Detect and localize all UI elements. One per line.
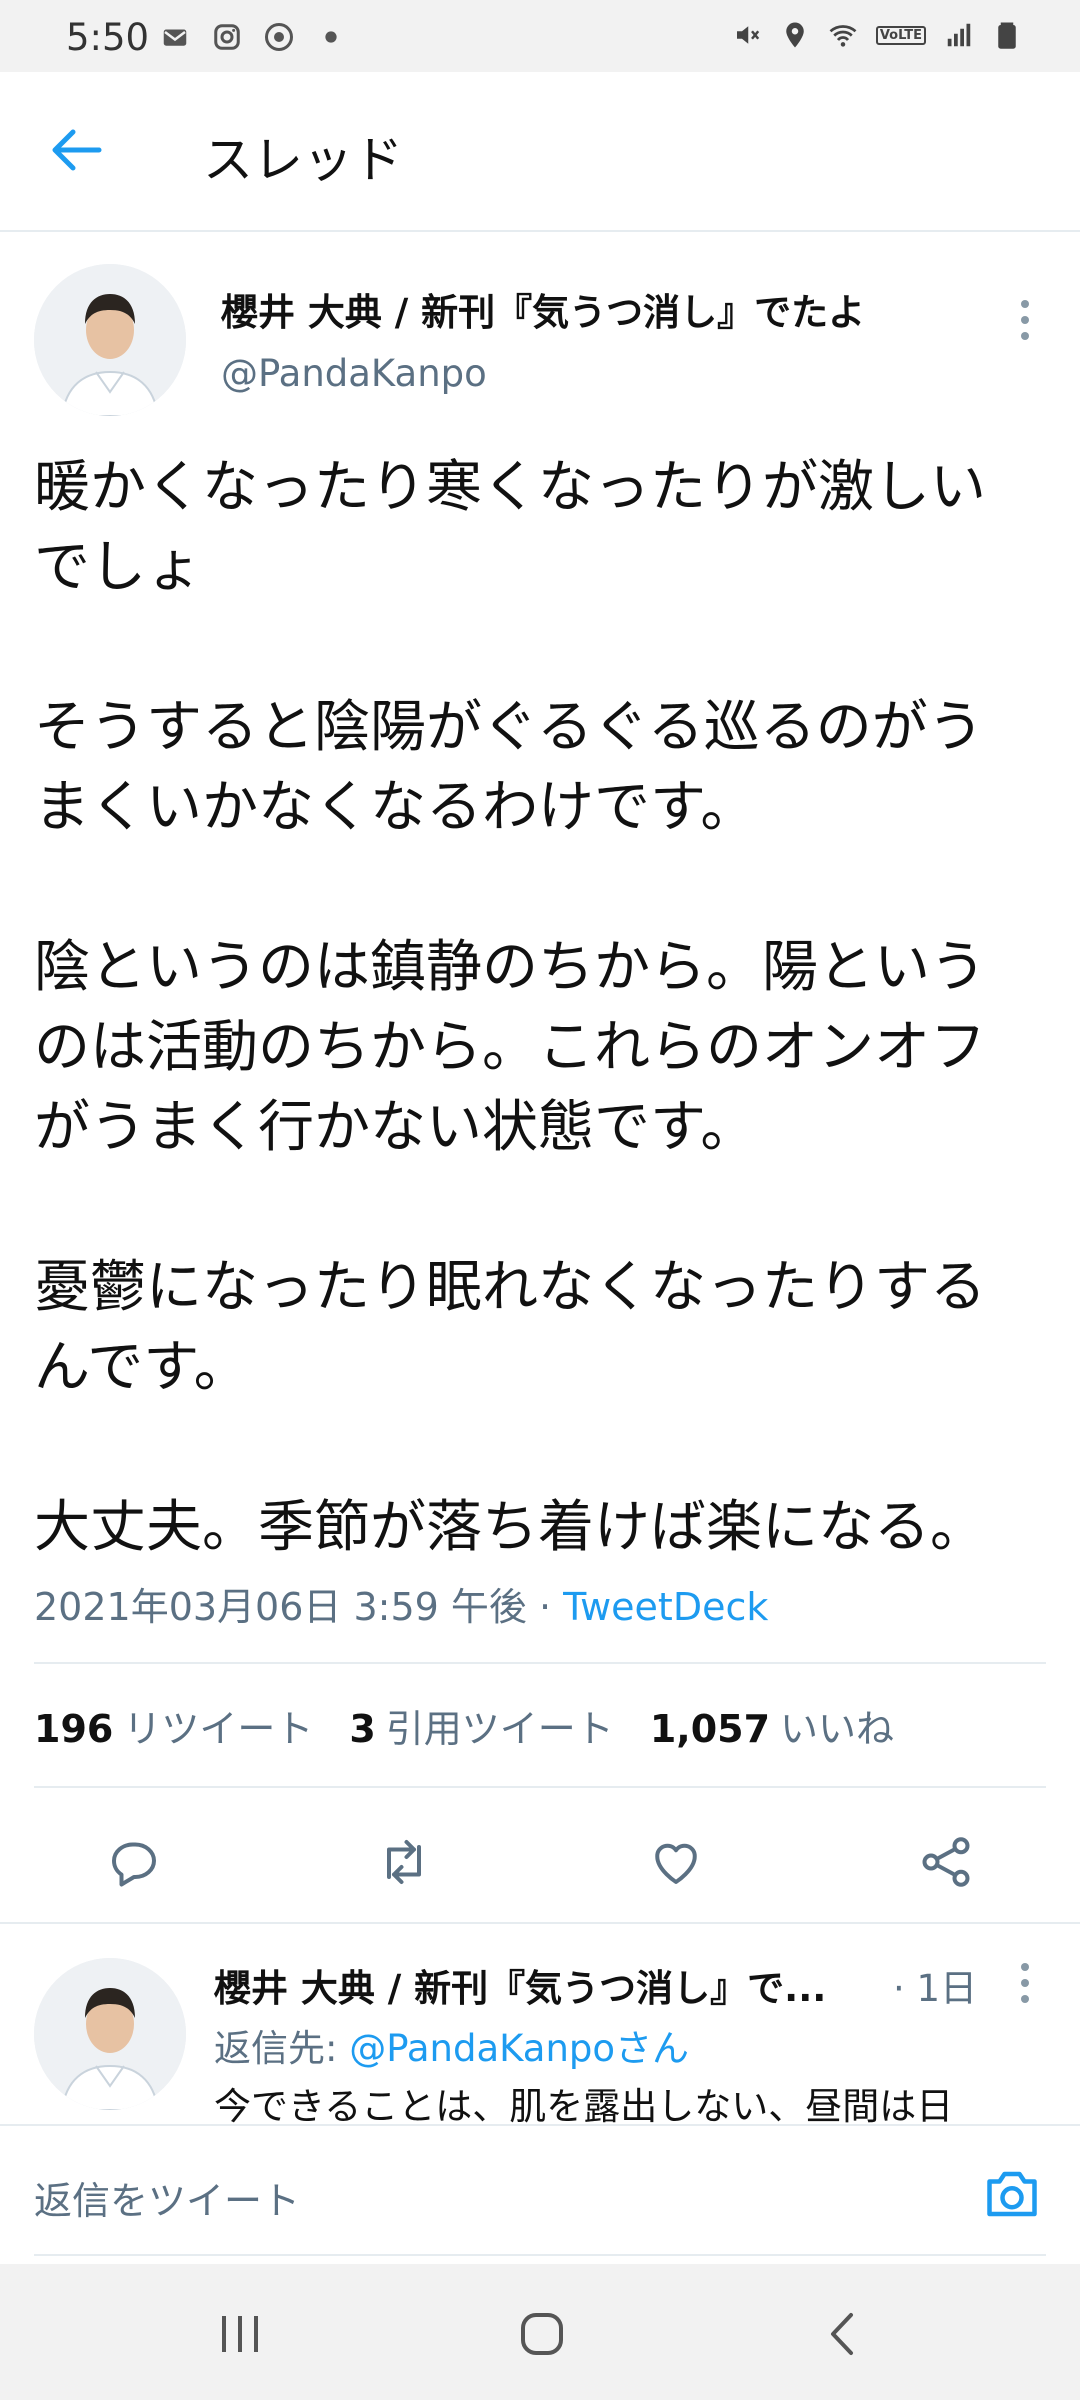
like-button[interactable] <box>640 1826 712 1898</box>
home-button[interactable] <box>502 2294 582 2374</box>
avatar[interactable] <box>34 264 186 416</box>
location-icon <box>780 20 810 50</box>
back-button[interactable] <box>42 120 112 180</box>
tweet-stats: 196 リツイート 3 引用ツイート 1,057 いいね <box>34 1698 930 1753</box>
tweet-line: まくいかなくなるわけです。 <box>34 775 757 840</box>
tweet-meta: 2021年03月06日 3:59 午後 · TweetDeck <box>34 1576 768 1631</box>
status-left-icons <box>160 22 346 52</box>
divider <box>34 1662 1046 1664</box>
tweet-line: がうまく行かない状態です。 <box>34 1095 757 1160</box>
reply-button[interactable] <box>98 1826 170 1898</box>
divider <box>34 2254 1046 2256</box>
tweet-line: 大丈夫。季節が落ち着けば楽になる。 <box>34 1495 986 1560</box>
reply-to-handle[interactable]: @PandaKanpoさん <box>349 2027 689 2070</box>
retweets-label: リツイート <box>123 1707 314 1751</box>
battery-icon <box>992 20 1022 50</box>
reply-text: 今できることは、肌を露出しない、昼間は日 <box>214 2085 954 2124</box>
tweet-line: そうすると陰陽がぐるぐる巡るのがう <box>34 695 984 760</box>
status-right-icons: VoLTE <box>732 20 1022 50</box>
page-title: スレッド <box>203 131 403 189</box>
reply-icon <box>111 1842 156 1887</box>
tweet-line: 陰というのは鎮静のちから。陽という <box>34 935 986 1000</box>
status-time: 5:50 <box>66 16 150 59</box>
more-vertical-icon <box>1021 300 1029 340</box>
quotes-stat[interactable]: 3 引用ツイート <box>349 1698 613 1753</box>
retweets-stat[interactable]: 196 リツイート <box>34 1698 313 1753</box>
reply-time: · 1日 <box>893 1967 978 2010</box>
tweet-paragraph: 暖かくなったり寒くなったりが激しい でしょ <box>34 448 1054 608</box>
retweets-count: 196 <box>34 1707 114 1751</box>
home-icon <box>521 2313 563 2355</box>
avatar[interactable] <box>34 1958 186 2110</box>
share-icon <box>922 1837 970 1887</box>
back-arrow-icon <box>52 129 102 171</box>
quotes-label: 引用ツイート <box>385 1707 614 1751</box>
tweet-timestamp: 2021年03月06日 3:59 午後 <box>34 1585 527 1629</box>
tweet-paragraph: 大丈夫。季節が落ち着けば楽になる。 <box>34 1488 1054 1568</box>
tweet-line: 暖かくなったり寒くなったりが激しい <box>34 455 986 520</box>
likes-count: 1,057 <box>649 1707 771 1751</box>
heart-icon <box>655 1843 697 1884</box>
tweet-actions <box>0 1800 1080 1920</box>
tweet-source-link[interactable]: TweetDeck <box>563 1585 768 1629</box>
tweet-paragraph: そうすると陰陽がぐるぐる巡るのがう まくいかなくなるわけです。 <box>34 688 1054 848</box>
recent-apps-icon <box>222 2316 258 2352</box>
dot-icon <box>316 22 346 52</box>
tweet-line: んです。 <box>34 1335 250 1400</box>
tweet-author: 櫻井 大典 / 新刊『気うつ消し』でたよ @PandaKanpo <box>0 230 1080 420</box>
chevron-left-icon <box>831 2313 853 2355</box>
compose-bar: 返信をツイート <box>0 2124 1080 2266</box>
mail-icon <box>160 22 190 52</box>
retweet-icon <box>387 1840 421 1884</box>
reply-tweet[interactable]: 櫻井 大典 / 新刊『気うつ消し』で... · 1日 返信先: @PandaKa… <box>0 1924 1080 2124</box>
author-handle[interactable]: @PandaKanpo <box>221 352 487 395</box>
signal-icon <box>944 20 974 50</box>
volte-icon: VoLTE <box>875 25 926 45</box>
camera-button[interactable] <box>980 2162 1044 2226</box>
mute-icon <box>732 20 762 50</box>
tweet-line: 憂鬱になったり眠れなくなったりする <box>34 1255 986 1320</box>
chrome-icon <box>264 22 294 52</box>
reply-more-button[interactable] <box>1005 1958 1045 2008</box>
more-vertical-icon <box>1021 1963 1029 2003</box>
thread-header: スレッド <box>0 72 1080 232</box>
tweet-line: でしょ <box>34 535 202 600</box>
share-button[interactable] <box>910 1826 982 1898</box>
reply-to: 返信先: @PandaKanpoさん <box>214 2018 689 2072</box>
quotes-count: 3 <box>349 1707 376 1751</box>
author-name[interactable]: 櫻井 大典 / 新刊『気うつ消し』でたよ <box>221 282 865 336</box>
reply-author-name[interactable]: 櫻井 大典 / 新刊『気うつ消し』で... <box>214 1958 826 2012</box>
tweet-paragraph: 憂鬱になったり眠れなくなったりする んです。 <box>34 1248 1054 1408</box>
back-nav-button[interactable] <box>802 2294 882 2374</box>
status-bar: 5:50 VoLTE <box>0 0 1080 72</box>
more-options-button[interactable] <box>1005 290 1045 350</box>
instagram-icon <box>212 22 242 52</box>
reply-input[interactable]: 返信をツイート <box>34 2170 300 2225</box>
tweet-text: 暖かくなったり寒くなったりが激しい でしょ そうすると陰陽がぐるぐる巡るのがう … <box>34 448 1054 1568</box>
camera-icon <box>987 2171 1037 2217</box>
divider <box>34 1786 1046 1788</box>
likes-label: いいね <box>780 1707 895 1751</box>
system-nav-bar <box>0 2264 1080 2400</box>
retweet-button[interactable] <box>368 1826 440 1898</box>
wifi-icon <box>828 20 858 50</box>
tweet-paragraph: 陰というのは鎮静のちから。陽という のは活動のちから。これらのオンオフ がうまく… <box>34 928 1054 1168</box>
tweet-line: のは活動のちから。これらのオンオフ <box>34 1015 986 1080</box>
likes-stat[interactable]: 1,057 いいね <box>650 1698 894 1753</box>
reply-to-label: 返信先: <box>214 2027 350 2070</box>
recent-apps-button[interactable] <box>200 2294 280 2374</box>
meta-separator: · <box>526 1585 564 1629</box>
